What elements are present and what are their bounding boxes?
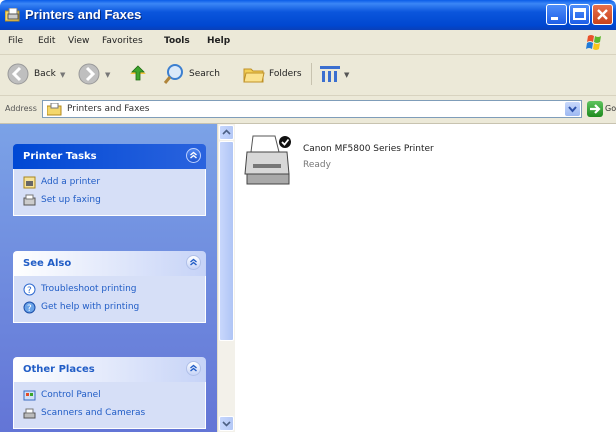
menu-help[interactable]: Help [207,36,230,46]
back-label: Back [34,69,56,79]
control-panel-link[interactable]: Control Panel [14,388,205,406]
forward-dropdown-icon[interactable]: ▼ [105,71,110,79]
minimize-button[interactable] [546,4,567,25]
set-up-faxing-link[interactable]: Set up faxing [14,193,205,211]
menu-view[interactable]: View [68,36,89,46]
see-also-body: ? Troubleshoot printing ? Get help with … [13,276,206,323]
collapse-icon[interactable] [186,148,201,163]
window-title: Printers and Faxes [25,7,142,22]
views-icon [320,66,340,82]
add-printer-link[interactable]: Add a printer [14,175,205,193]
panel-title: See Also [23,258,72,269]
other-places-header[interactable]: Other Places [13,357,206,382]
windows-logo-icon [582,34,606,51]
printer-tasks-panel: Printer Tasks Add a printer Set up faxin… [13,144,206,216]
up-folder-icon [130,65,146,81]
printer-status: Ready [303,160,331,170]
help-globe-icon: ? [23,301,36,314]
close-button[interactable] [592,4,613,25]
scroll-down-button[interactable] [219,416,234,431]
help-icon: ? [23,283,36,296]
printer-tasks-header[interactable]: Printer Tasks [13,144,206,169]
svg-text:?: ? [27,286,32,296]
go-button[interactable] [587,101,603,117]
up-button[interactable] [124,60,154,90]
go-label[interactable]: Go [605,104,616,113]
folders-label: Folders [269,69,302,79]
menu-file[interactable]: File [8,36,23,46]
printer-icon [244,135,291,185]
scanner-icon [23,408,36,419]
scanners-cameras-link[interactable]: Scanners and Cameras [14,406,205,424]
address-dropdown-button[interactable] [565,102,580,116]
task-pane: Printer Tasks Add a printer Set up faxin… [0,124,217,432]
search-button[interactable]: Search [162,60,234,90]
folders-button[interactable]: Folders [242,60,314,90]
other-places-body: Control Panel Scanners and Cameras [13,382,206,429]
see-also-panel: See Also ? Troubleshoot printing ? Get h… [13,251,206,323]
scroll-up-button[interactable] [219,125,234,140]
address-value: Printers and Faxes [67,104,150,114]
back-dropdown-icon[interactable]: ▼ [60,71,65,79]
menu-edit[interactable]: Edit [38,36,55,46]
printers-list-view: Canon MF5800 Series Printer Ready [235,124,616,432]
add-printer-icon [23,176,36,189]
maximize-button[interactable] [569,4,590,25]
printer-name: Canon MF5800 Series Printer [303,144,434,154]
get-help-printing-link[interactable]: ? Get help with printing [14,300,205,318]
panel-title: Other Places [23,364,95,375]
troubleshoot-printing-link[interactable]: ? Troubleshoot printing [14,282,205,300]
svg-text:?: ? [27,304,32,314]
views-dropdown-icon[interactable]: ▼ [344,71,349,79]
back-button[interactable]: Back ▼ [6,60,68,90]
menu-tools[interactable]: Tools [164,36,190,46]
search-label: Search [189,69,220,79]
printer-item[interactable]: Canon MF5800 Series Printer Ready [243,134,543,198]
scroll-thumb[interactable] [219,141,234,341]
printers-folder-icon [4,7,21,22]
standard-toolbar: Back ▼ ▼ Search Folders ▼ [0,55,616,96]
address-label: Address [5,104,37,113]
search-icon [163,64,183,84]
forward-button[interactable]: ▼ [77,60,115,90]
collapse-icon[interactable] [186,255,201,270]
printers-folder-small-icon [47,103,62,116]
folders-icon [243,68,265,83]
collapse-icon[interactable] [186,361,201,376]
fax-icon [23,194,36,206]
control-panel-icon [23,390,36,401]
toolbar-separator [311,63,312,85]
views-button[interactable]: ▼ [318,60,358,90]
panel-title: Printer Tasks [23,151,97,162]
address-input[interactable]: Printers and Faxes [42,100,582,118]
see-also-header[interactable]: See Also [13,251,206,276]
printer-tasks-body: Add a printer Set up faxing [13,169,206,216]
back-arrow-icon [7,63,29,85]
other-places-panel: Other Places Control Panel Scanners and … [13,357,206,429]
task-pane-scrollbar[interactable] [217,124,235,432]
menu-favorites[interactable]: Favorites [102,36,143,46]
title-bar: Printers and Faxes [0,0,616,30]
address-bar: Address Printers and Faxes Go [0,96,616,124]
go-arrow-icon [590,104,601,114]
menu-bar: File Edit View Favorites Tools Help [0,30,616,55]
default-printer-check-icon [279,136,291,148]
forward-arrow-icon [78,63,100,85]
